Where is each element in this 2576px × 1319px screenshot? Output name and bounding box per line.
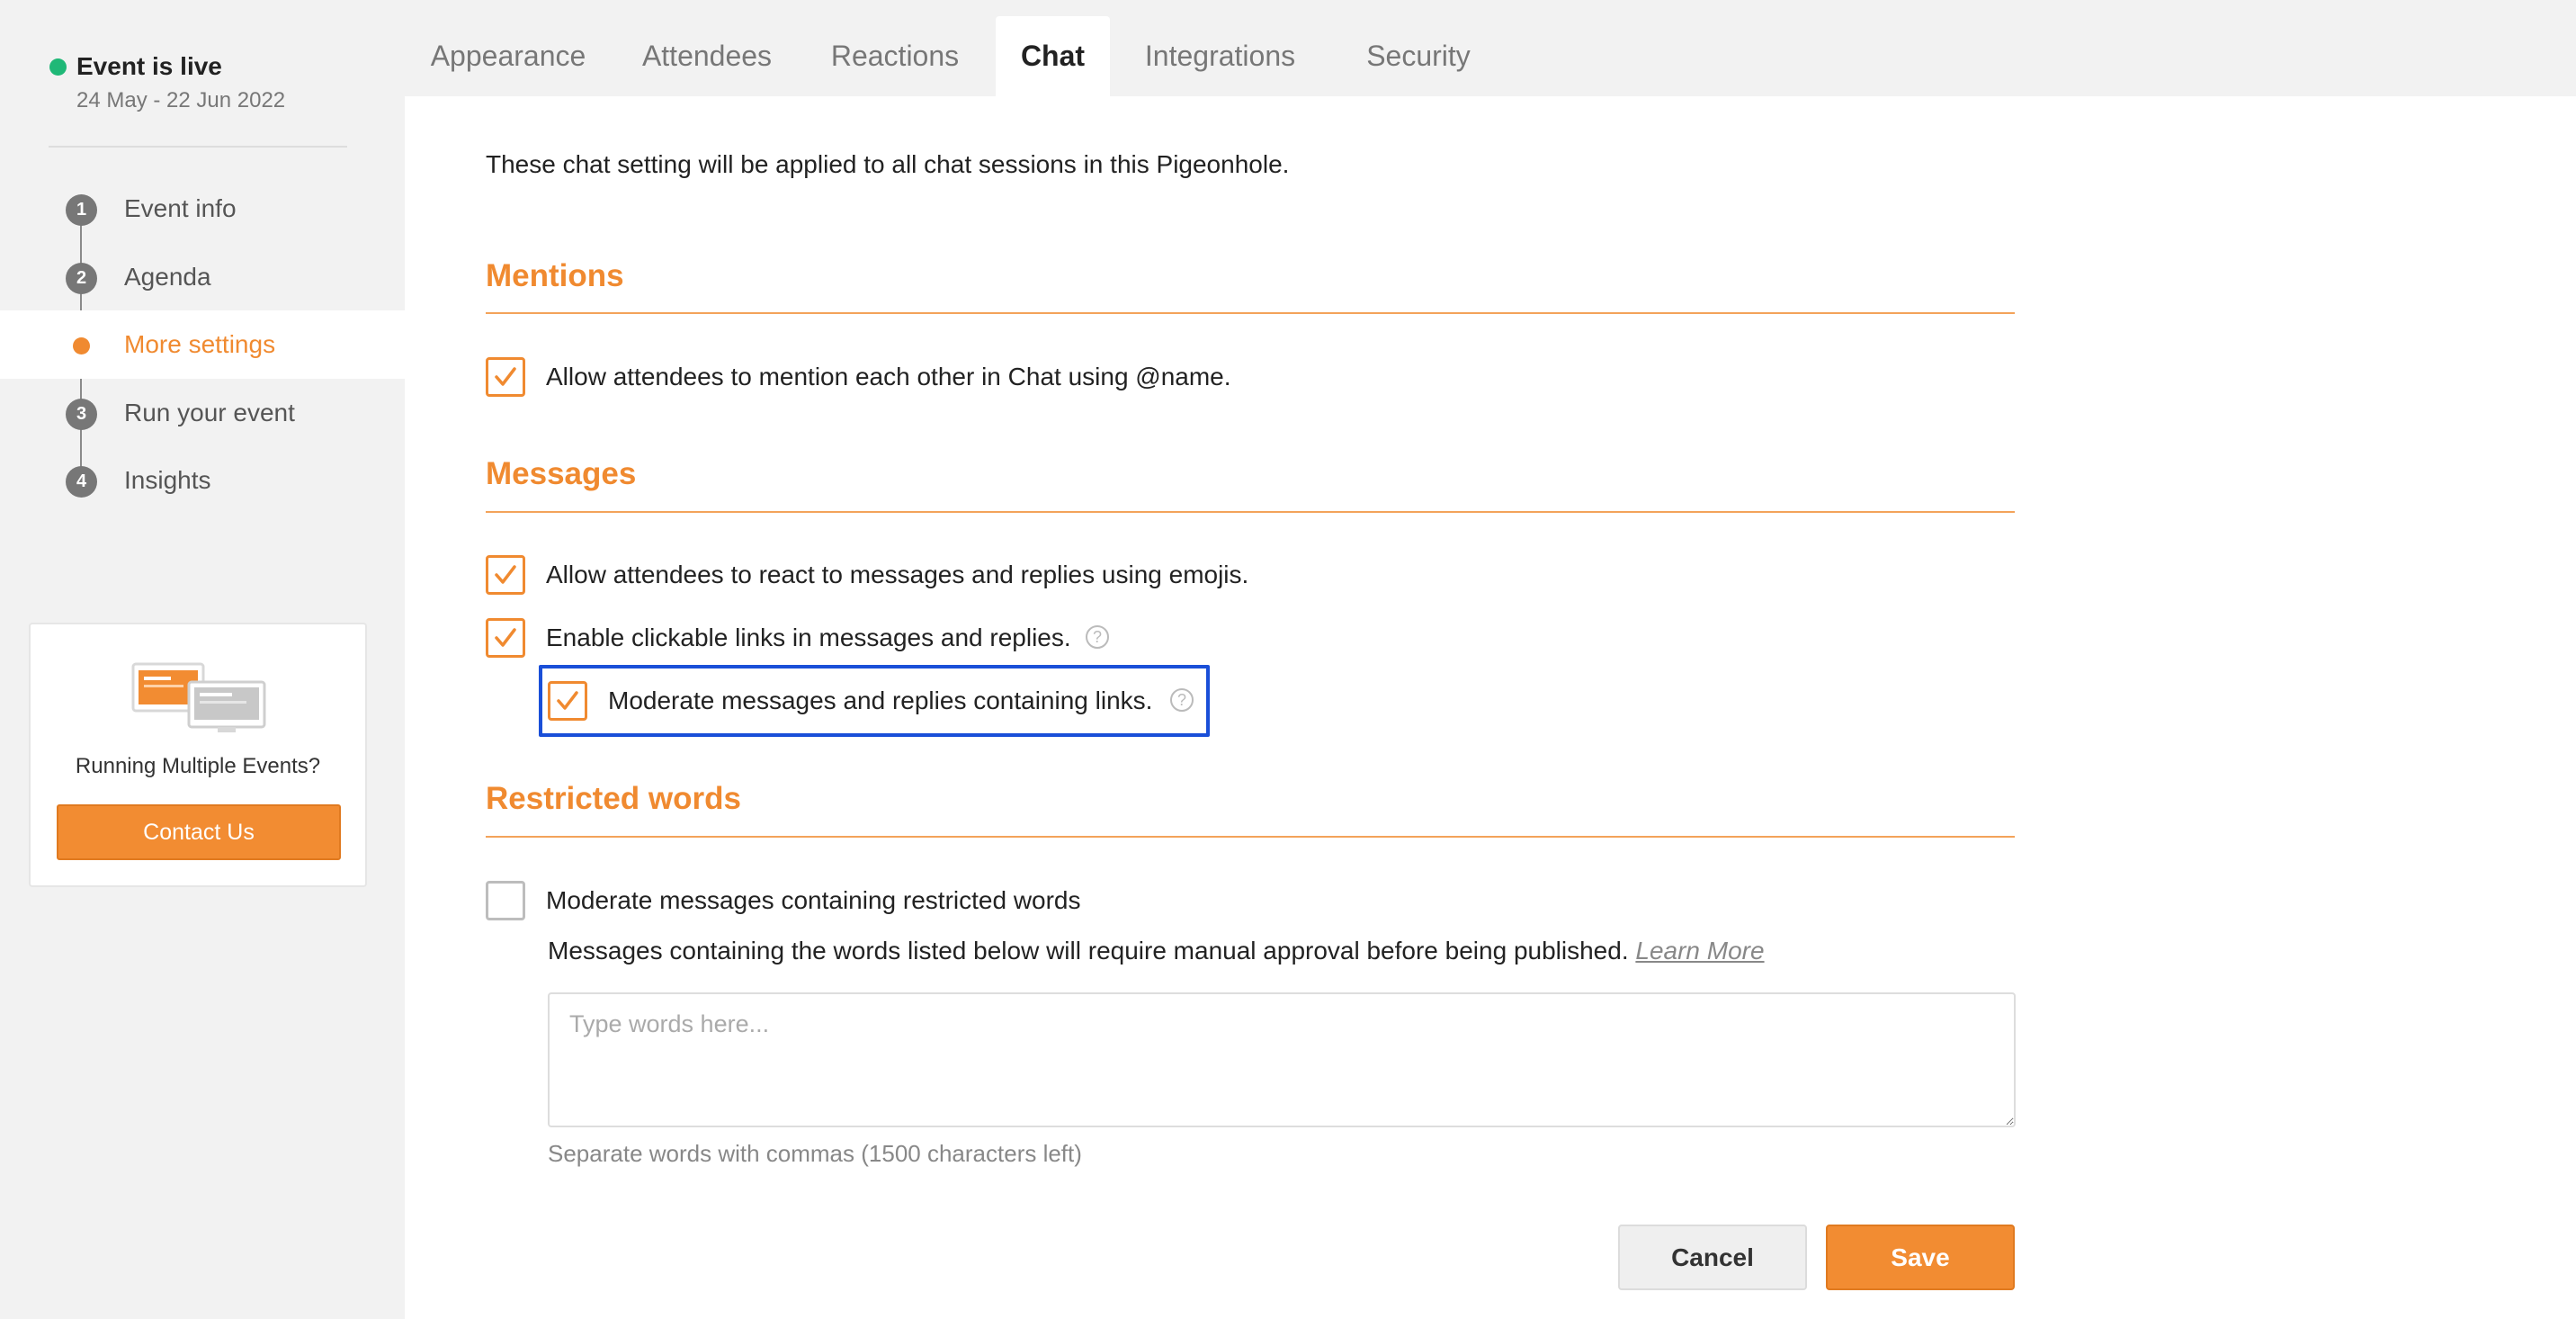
sidebar-item-label: Event info [124,194,237,222]
sidebar-item-label: Insights [124,466,211,494]
sidebar: Event is live 24 May - 22 Jun 2022 1 Eve… [0,0,405,1319]
contact-us-button[interactable]: Contact Us [57,804,341,860]
section-divider [486,312,2015,314]
restricted-words-checkbox[interactable] [486,881,525,920]
tab-chat[interactable]: Chat [996,16,1110,96]
tab-reactions[interactable]: Reactions [802,16,988,96]
event-status-title: Event is live [76,52,222,80]
learn-more-link[interactable]: Learn More [1635,937,1764,965]
help-icon[interactable]: ? [1170,688,1194,712]
restricted-words-input[interactable] [548,992,2016,1127]
checkmark-icon [495,628,516,647]
emoji-reactions-checkbox[interactable] [486,555,525,595]
event-dates: 24 May - 22 Jun 2022 [76,88,286,112]
step-number-badge: 4 [66,466,97,498]
mentions-checkbox[interactable] [486,357,525,397]
restricted-words-description-text: Messages containing the words listed bel… [548,937,1629,965]
mentions-checkbox-label: Allow attendees to mention each other in… [546,363,1231,390]
tab-appearance[interactable]: Appearance [405,16,612,96]
checkmark-icon [495,565,516,584]
emoji-reactions-label: Allow attendees to react to messages and… [546,561,1249,588]
sidebar-item-event-info[interactable]: 1 Event info [0,175,405,243]
tab-integrations[interactable]: Integrations [1110,16,1330,96]
sidebar-item-label: More settings [124,330,276,358]
clickable-links-checkbox[interactable] [486,618,525,658]
current-step-dot-icon [73,337,90,354]
live-status-dot-icon [49,58,67,76]
section-divider [486,836,2015,838]
moderate-links-checkbox[interactable] [548,681,587,721]
restricted-words-hint: Separate words with commas (1500 charact… [548,1140,1082,1167]
tab-attendees[interactable]: Attendees [612,16,802,96]
clickable-links-label: Enable clickable links in messages and r… [546,624,1071,651]
sidebar-item-agenda[interactable]: 2 Agenda [0,243,405,311]
chat-settings-panel: These chat setting will be applied to al… [405,96,2576,1319]
restricted-words-heading: Restricted words [486,781,741,816]
step-number-badge: 1 [66,194,97,226]
cancel-button[interactable]: Cancel [1618,1225,1807,1290]
section-divider [486,511,2015,513]
step-number-badge: 3 [66,399,97,430]
settings-tabs: Appearance Attendees Reactions Chat Inte… [405,0,2576,96]
checkmark-icon [557,691,578,710]
sidebar-item-label: Run your event [124,399,295,426]
sidebar-item-insights[interactable]: 4 Insights [0,446,405,515]
sidebar-item-run-your-event[interactable]: 3 Run your event [0,379,405,447]
tab-security[interactable]: Security [1330,16,1507,96]
multiple-screens-icon [131,662,266,732]
moderate-links-label: Moderate messages and replies containing… [608,686,1153,714]
checkmark-icon [495,367,516,386]
sidebar-divider [49,146,347,148]
save-button[interactable]: Save [1826,1225,2015,1290]
restricted-words-label: Moderate messages containing restricted … [546,886,1081,914]
messages-heading: Messages [486,456,637,491]
help-icon[interactable]: ? [1086,625,1109,649]
mentions-heading: Mentions [486,258,624,293]
promo-text: Running Multiple Events? [75,754,321,778]
step-number-badge: 2 [66,263,97,294]
restricted-words-description: Messages containing the words listed bel… [548,937,1765,965]
intro-text: These chat setting will be applied to al… [486,150,1290,178]
sidebar-item-more-settings[interactable]: More settings [0,310,405,379]
sidebar-item-label: Agenda [124,263,211,291]
promo-card: Running Multiple Events? Contact Us [29,623,367,887]
